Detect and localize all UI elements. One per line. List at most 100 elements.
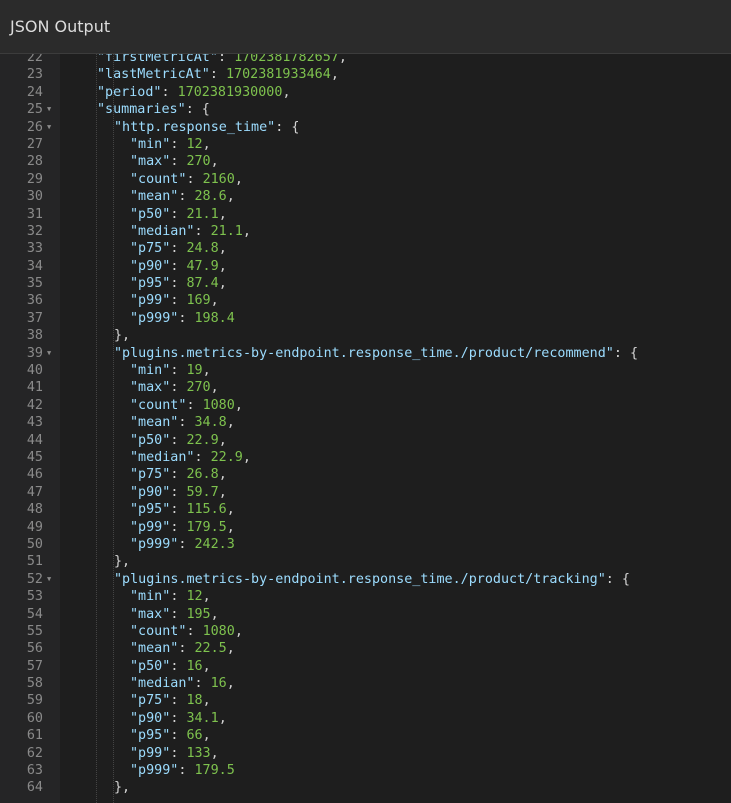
fold-toggle-icon[interactable]: ▼: [47, 101, 51, 118]
json-punctuation: : {: [185, 102, 210, 118]
json-punctuation: :: [170, 432, 187, 448]
code-text: "max": 195,: [130, 606, 219, 623]
code-line: 54 "max": 195,: [0, 606, 731, 623]
json-key: "plugins.metrics-by-endpoint.response_ti…: [114, 345, 614, 361]
json-punctuation: ,: [282, 84, 291, 100]
json-punctuation: :: [186, 397, 203, 413]
code-text: "p50": 22.9,: [130, 432, 227, 449]
json-punctuation: ,: [210, 606, 219, 622]
json-punctuation: ,: [202, 363, 211, 379]
code-text: "p50": 21.1,: [130, 206, 227, 223]
json-punctuation: ,: [218, 710, 227, 726]
json-punctuation: :: [170, 136, 187, 152]
code-line: 50 "p999": 242.3: [0, 536, 731, 553]
code-line: 38},: [0, 327, 731, 344]
code-text: "p99": 169,: [130, 292, 219, 309]
json-key: "min": [130, 363, 171, 379]
json-punctuation: ,: [218, 467, 227, 483]
fold-toggle-icon[interactable]: ▼: [47, 345, 51, 362]
json-punctuation: ,: [218, 206, 227, 222]
json-punctuation: ,: [338, 54, 347, 65]
code-text: },: [114, 327, 130, 344]
json-punctuation: ,: [234, 171, 243, 187]
json-key: "max": [130, 380, 171, 396]
line-number: 25: [26, 102, 43, 118]
code-line: 55 "count": 1080,: [0, 623, 731, 640]
line-number: 63: [26, 763, 43, 779]
code-text: "firstMetricAt": 1702381782657,: [97, 54, 347, 66]
json-editor[interactable]: 22 "firstMetricAt": 1702381782657, 23 "last…: [0, 54, 731, 803]
json-key: "summaries": [97, 102, 186, 118]
json-key: "p999": [130, 763, 179, 779]
code-text: "median": 21.1,: [130, 223, 251, 240]
json-punctuation: : {: [275, 119, 300, 135]
code-line: 51},: [0, 553, 731, 570]
json-number: 34.8: [194, 415, 227, 431]
json-punctuation: ,: [242, 449, 251, 465]
fold-toggle-icon[interactable]: ▼: [47, 119, 51, 136]
json-punctuation: ,: [202, 693, 211, 709]
code-line: 48 "p95": 115.6,: [0, 501, 731, 518]
code-line: 24 "period": 1702381930000,: [0, 84, 731, 101]
code-text: "mean": 34.8,: [130, 414, 235, 431]
code-text: "lastMetricAt": 1702381933464,: [97, 66, 339, 83]
line-number: 39: [26, 345, 43, 361]
json-number: 66: [186, 728, 203, 744]
code-text: "p99": 133,: [130, 745, 219, 762]
code-text: "http.response_time": {: [114, 119, 299, 136]
code-text: "p999": 242.3: [130, 536, 235, 553]
json-punctuation: },: [114, 328, 131, 344]
json-key: "p75": [130, 693, 171, 709]
json-punctuation: :: [178, 763, 195, 779]
line-number: 44: [26, 432, 43, 448]
line-number: 50: [26, 536, 43, 552]
code-line: 37 "p999": 198.4: [0, 310, 731, 327]
code-line: 32 "median": 21.1,: [0, 223, 731, 240]
json-punctuation: :: [209, 67, 226, 83]
json-number: 22.5: [194, 641, 227, 657]
json-punctuation: :: [161, 84, 178, 100]
json-number: 179.5: [194, 763, 235, 779]
line-number: 55: [26, 623, 43, 639]
code-line: 61 "p95": 66,: [0, 727, 731, 744]
code-line: 29 "count": 2160,: [0, 171, 731, 188]
line-number: 58: [26, 676, 43, 692]
code-text: "count": 1080,: [130, 623, 243, 640]
line-number: 30: [26, 189, 43, 205]
json-punctuation: :: [170, 154, 187, 170]
code-line: 30 "mean": 28.6,: [0, 188, 731, 205]
json-punctuation: ,: [202, 728, 211, 744]
code-text: "p75": 18,: [130, 692, 211, 709]
json-punctuation: :: [217, 54, 235, 65]
fold-toggle-icon[interactable]: ▼: [47, 571, 51, 588]
json-punctuation: :: [194, 223, 211, 239]
line-number: 57: [26, 658, 43, 674]
json-key: "p95": [130, 276, 171, 292]
line-number: 40: [26, 363, 43, 379]
json-punctuation: :: [170, 467, 187, 483]
json-punctuation: ,: [202, 589, 211, 605]
line-number: 22: [26, 54, 43, 65]
code-line: 53 "min": 12,: [0, 588, 731, 605]
line-number: 27: [26, 136, 43, 152]
json-punctuation: :: [178, 641, 195, 657]
code-line: 49 "p99": 179.5,: [0, 519, 731, 536]
line-number: 37: [26, 310, 43, 326]
line-number: 31: [26, 206, 43, 222]
json-punctuation: ,: [226, 502, 235, 518]
code-text: "p99": 179.5,: [130, 519, 235, 536]
json-key: "p999": [130, 536, 179, 552]
line-number: 41: [26, 380, 43, 396]
json-punctuation: ,: [218, 276, 227, 292]
code-line: 23 "lastMetricAt": 1702381933464,: [0, 66, 731, 83]
json-number: 16: [210, 676, 227, 692]
code-line: 62 "p99": 133,: [0, 745, 731, 762]
json-number: 1702381930000: [177, 84, 283, 100]
code-line: 57 "p50": 16,: [0, 658, 731, 675]
json-key: "http.response_time": [114, 119, 276, 135]
json-punctuation: ,: [226, 519, 235, 535]
json-punctuation: :: [170, 502, 187, 518]
json-punctuation: :: [170, 519, 187, 535]
json-number: 34.1: [186, 710, 219, 726]
json-punctuation: :: [170, 658, 187, 674]
